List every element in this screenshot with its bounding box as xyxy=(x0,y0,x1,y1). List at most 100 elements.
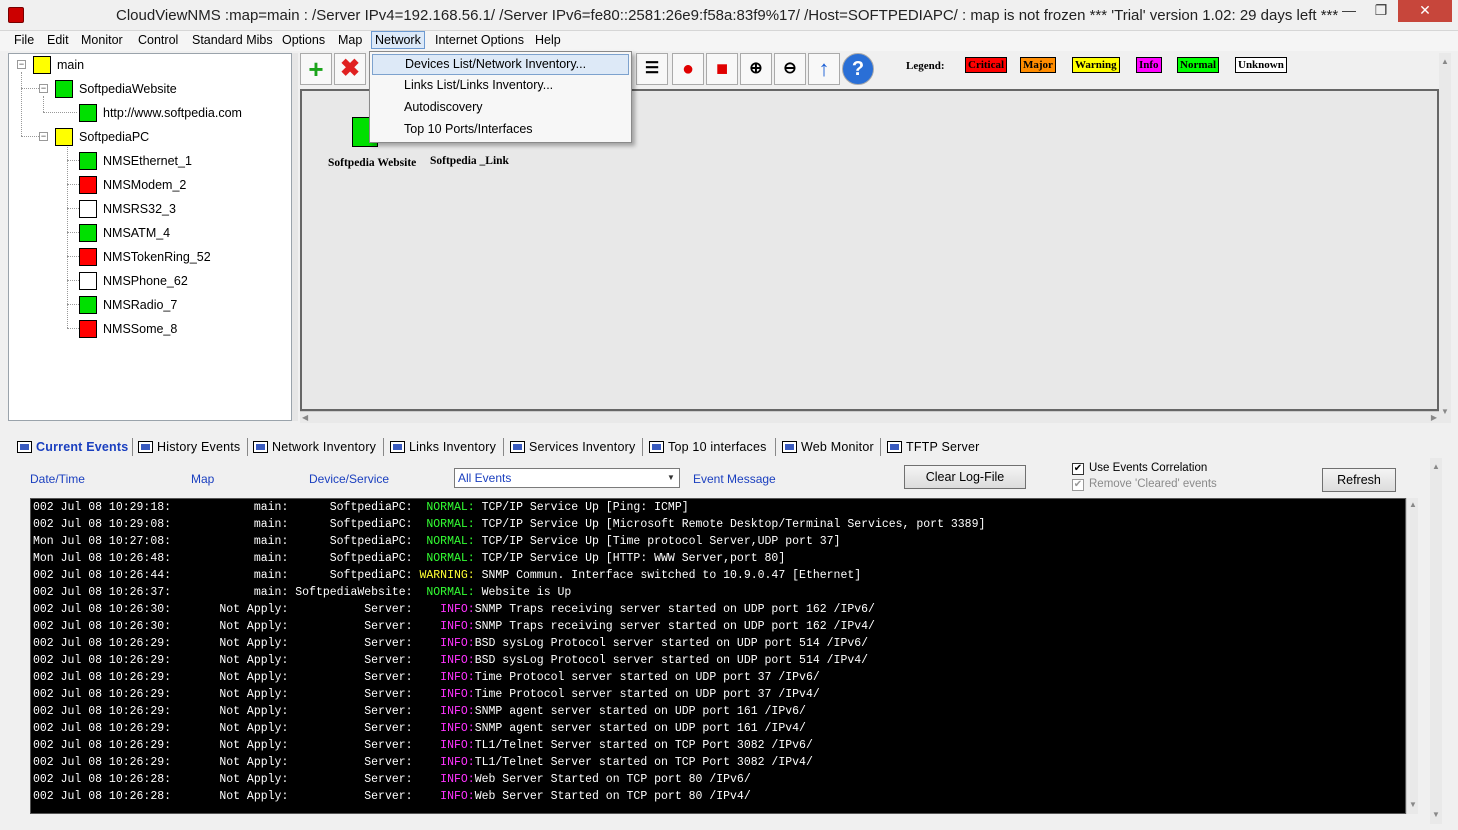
map-vertical-scrollbar[interactable]: ▲ ▼ xyxy=(1439,53,1451,423)
menu-item-top10-ports[interactable]: Top 10 Ports/Interfaces xyxy=(372,120,629,141)
event-message: TCP/IP Service Up [Microsoft Remote Desk… xyxy=(474,518,986,531)
stop-icon[interactable]: ● xyxy=(672,53,704,85)
tree-item-interface[interactable]: NMSSome_8 xyxy=(79,320,279,340)
tree-item-interface[interactable]: NMSPhone_62 xyxy=(79,272,279,292)
event-row: 002 Jul 08 10:26:29: Not Apply: Server: … xyxy=(33,637,868,654)
tab-web-monitor[interactable]: Web Monitor xyxy=(779,434,874,458)
app-icon[interactable] xyxy=(8,7,24,23)
legend-label: Legend: xyxy=(906,60,945,72)
tree-item-main[interactable]: main xyxy=(33,56,153,76)
scroll-down-icon[interactable]: ▼ xyxy=(1441,407,1449,416)
tab-top10-interfaces[interactable]: Top 10 interfaces xyxy=(646,434,767,458)
zoom-in-icon[interactable]: ⊕ xyxy=(740,53,772,85)
event-row: 002 Jul 08 10:26:30: Not Apply: Server: … xyxy=(33,603,875,620)
menu-edit[interactable]: Edit xyxy=(47,33,69,47)
collapse-group-icon[interactable]: − xyxy=(39,84,48,93)
scroll-down-icon[interactable]: ▼ xyxy=(1432,810,1440,819)
console-scrollbar[interactable]: ▲ ▼ xyxy=(1406,498,1418,814)
column-map[interactable]: Map xyxy=(191,472,214,486)
monitor-icon xyxy=(17,441,32,453)
menu-monitor[interactable]: Monitor xyxy=(81,33,123,47)
tree-item-interface[interactable]: NMSRS32_3 xyxy=(79,200,279,220)
event-message: Time Protocol server started on UDP port… xyxy=(474,688,820,701)
column-device-service[interactable]: Device/Service xyxy=(309,472,389,486)
list-icon[interactable]: ☰ xyxy=(636,53,668,85)
column-date-time[interactable]: Date/Time xyxy=(30,472,85,486)
add-icon[interactable]: + xyxy=(300,53,332,85)
scroll-right-icon[interactable]: ▶ xyxy=(1431,413,1437,422)
minimize-button[interactable]: — xyxy=(1334,0,1364,22)
tab-current-events[interactable]: Current Events xyxy=(14,434,128,458)
interface-status-icon xyxy=(79,248,97,266)
event-row-prefix: 002 Jul 08 10:29:08: main: SoftpediaPC: xyxy=(33,518,420,531)
event-row: 002 Jul 08 10:26:29: Not Apply: Server: … xyxy=(33,671,820,688)
event-level: NORMAL: xyxy=(419,552,475,565)
menu-item-devices-list[interactable]: Devices List/Network Inventory... xyxy=(372,54,629,75)
legend-major: Major xyxy=(1020,57,1056,73)
tree-item-interface[interactable]: NMSATM_4 xyxy=(79,224,279,244)
tree-item-interface[interactable]: NMSTokenRing_52 xyxy=(79,248,279,268)
menu-file[interactable]: File xyxy=(14,33,34,47)
menu-standard-mibs[interactable]: Standard Mibs xyxy=(192,33,273,47)
map-node-label: Softpedia Website xyxy=(328,157,417,169)
scroll-left-icon[interactable]: ◀ xyxy=(302,413,308,422)
event-message: SNMP agent server started on UDP port 16… xyxy=(474,705,806,718)
event-level: INFO: xyxy=(419,739,475,752)
tree-item-interface[interactable]: NMSEthernet_1 xyxy=(79,152,279,172)
help-icon[interactable]: ? xyxy=(842,53,874,85)
event-row-prefix: 002 Jul 08 10:26:44: main: SoftpediaPC: xyxy=(33,569,420,582)
column-event-message[interactable]: Event Message xyxy=(693,472,776,486)
tree-item-softpedia-pc[interactable]: SoftpediaPC xyxy=(55,128,255,148)
event-level: NORMAL: xyxy=(419,518,475,531)
maximize-button[interactable]: ❐ xyxy=(1366,0,1396,22)
pane-splitter[interactable] xyxy=(292,53,298,421)
delete-icon[interactable]: ✖ xyxy=(334,53,366,85)
up-arrow-icon[interactable]: ↑ xyxy=(808,53,840,85)
map-horizontal-scrollbar[interactable]: ◀ ▶ xyxy=(300,411,1439,423)
event-row: 002 Jul 08 10:26:28: Not Apply: Server: … xyxy=(33,773,751,790)
scroll-up-icon[interactable]: ▲ xyxy=(1409,500,1417,509)
event-level: NORMAL: xyxy=(419,501,475,514)
clear-log-file-button[interactable]: Clear Log-File xyxy=(904,465,1026,489)
tab-network-inventory[interactable]: Network Inventory xyxy=(250,434,376,458)
legend-normal: Normal xyxy=(1177,57,1220,73)
event-row-prefix: 002 Jul 08 10:26:29: Not Apply: Server: xyxy=(33,637,420,650)
tab-services-inventory[interactable]: Services Inventory xyxy=(507,434,635,458)
refresh-button[interactable]: Refresh xyxy=(1322,468,1396,492)
scroll-down-icon[interactable]: ▼ xyxy=(1409,800,1417,809)
collapse-group-icon[interactable]: − xyxy=(39,132,48,141)
event-filter-select[interactable]: All Events ▼ xyxy=(454,468,680,488)
event-row-prefix: 002 Jul 08 10:26:30: Not Apply: Server: xyxy=(33,620,420,633)
tree-item-softpedia-website[interactable]: SoftpediaWebsite xyxy=(55,80,255,100)
interface-status-icon xyxy=(79,320,97,338)
menu-options[interactable]: Options xyxy=(282,33,325,47)
menu-network[interactable]: Network xyxy=(371,31,425,49)
menu-control[interactable]: Control xyxy=(138,33,178,47)
event-row: 002 Jul 08 10:26:29: Not Apply: Server: … xyxy=(33,722,806,739)
menu-item-links-list[interactable]: Links List/Links Inventory... xyxy=(372,76,629,97)
tab-tftp-server[interactable]: TFTP Server xyxy=(884,434,980,458)
event-log-console[interactable]: 002 Jul 08 10:29:18: main: SoftpediaPC: … xyxy=(30,498,1406,814)
event-row: Mon Jul 08 10:27:08: main: SoftpediaPC: … xyxy=(33,535,840,552)
menu-help[interactable]: Help xyxy=(535,33,561,47)
tree-item-interface[interactable]: NMSRadio_7 xyxy=(79,296,279,316)
zoom-out-icon[interactable]: ⊖ xyxy=(774,53,806,85)
menu-internet-options[interactable]: Internet Options xyxy=(435,33,524,47)
alarm-icon[interactable]: ■ xyxy=(706,53,738,85)
scroll-up-icon[interactable]: ▲ xyxy=(1432,462,1440,471)
tree-item-website-url[interactable]: http://www.softpedia.com xyxy=(79,104,279,124)
map-icon xyxy=(33,56,51,74)
legend-unknown: Unknown xyxy=(1235,57,1287,73)
close-button[interactable]: ✕ xyxy=(1398,0,1452,22)
tab-history-events[interactable]: History Events xyxy=(135,434,240,458)
menu-item-autodiscovery[interactable]: Autodiscovery xyxy=(372,98,629,119)
collapse-main-icon[interactable]: − xyxy=(17,60,26,69)
tab-links-inventory[interactable]: Links Inventory xyxy=(387,434,496,458)
event-row: 002 Jul 08 10:26:29: Not Apply: Server: … xyxy=(33,705,806,722)
menu-bar: File Edit Monitor Control Standard Mibs … xyxy=(0,31,1458,51)
tree-item-interface[interactable]: NMSModem_2 xyxy=(79,176,279,196)
menu-map[interactable]: Map xyxy=(338,33,362,47)
panel-scrollbar[interactable]: ▲ ▼ xyxy=(1430,458,1442,824)
event-level: INFO: xyxy=(419,671,475,684)
scroll-up-icon[interactable]: ▲ xyxy=(1441,57,1449,66)
